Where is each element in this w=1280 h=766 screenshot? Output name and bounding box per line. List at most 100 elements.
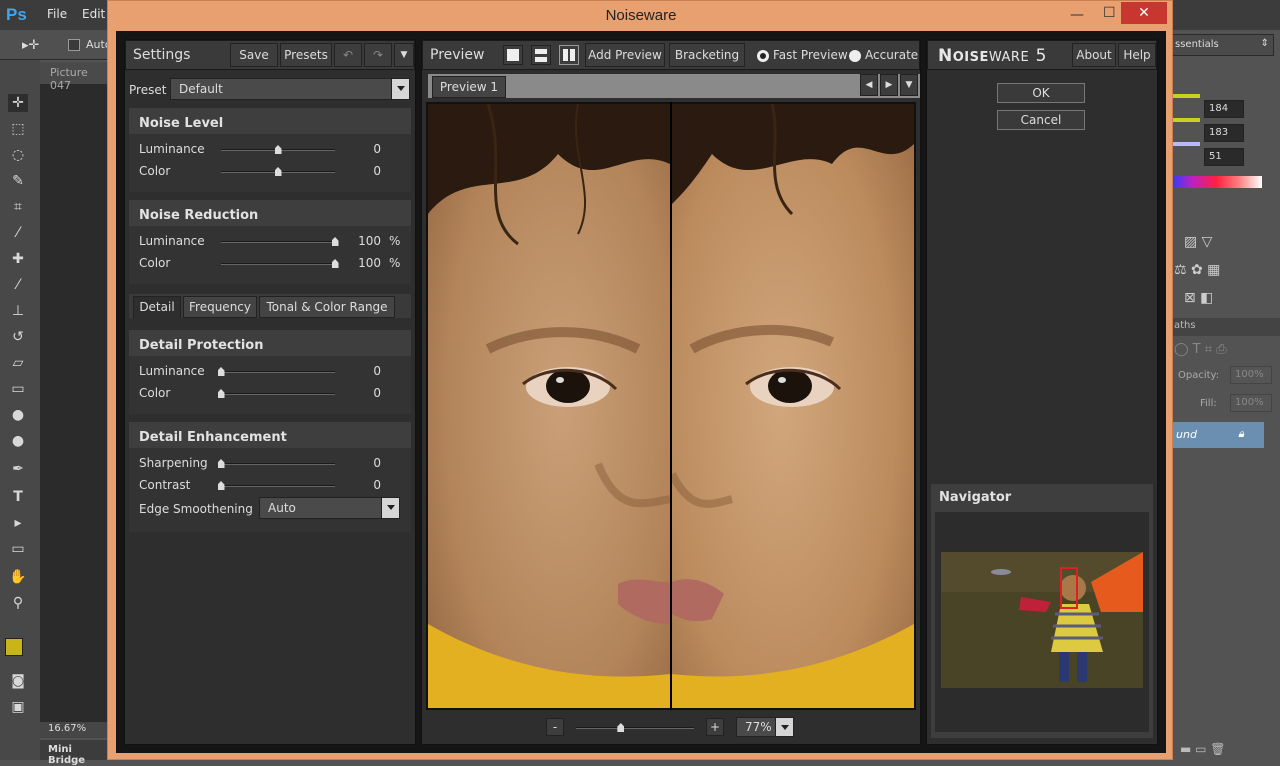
detail-protection-luminance-slider[interactable] (221, 371, 335, 373)
about-button[interactable]: About (1072, 43, 1116, 67)
preview-original-image[interactable] (428, 104, 670, 708)
contrast-thumb[interactable] (217, 481, 225, 490)
eraser-tool-icon[interactable]: ▱ (8, 354, 28, 372)
quick-mask-icon[interactable]: ◙ (8, 672, 28, 690)
preset-dropdown[interactable]: Default (170, 78, 410, 100)
noise-reduction-color-thumb[interactable] (331, 259, 339, 268)
workspace-select[interactable]: ssentials ⇕ (1170, 34, 1274, 56)
move-tool-icon[interactable]: ✛ (8, 94, 28, 112)
quick-select-tool-icon[interactable]: ✎ (8, 172, 28, 190)
blur-tool-icon[interactable]: ● (8, 406, 28, 424)
tab-tonal-color-range[interactable]: Tonal & Color Range (259, 296, 395, 318)
tab-frequency[interactable]: Frequency (183, 296, 257, 318)
color-value-3[interactable]: 51 (1204, 148, 1244, 166)
contrast-slider[interactable] (221, 485, 335, 487)
preview-1-tab[interactable]: Preview 1 (432, 76, 506, 98)
layer-filter-icons[interactable]: ◯ T ⌗ ⎙ (1174, 342, 1227, 357)
sharpening-thumb[interactable] (217, 459, 225, 468)
save-button[interactable]: Save (230, 43, 278, 67)
color-ramp[interactable] (1170, 176, 1262, 188)
shape-tool-icon[interactable]: ▭ (8, 540, 28, 558)
adjustment-icons-row3[interactable]: ⊠ ◧ (1184, 290, 1213, 306)
settings-menu-icon[interactable]: ▼ (394, 43, 414, 67)
type-tool-icon[interactable]: T (8, 488, 28, 506)
stamp-tool-icon[interactable]: ⊥ (8, 302, 28, 320)
help-button[interactable]: Help (1118, 43, 1156, 67)
presets-button[interactable]: Presets (280, 43, 332, 67)
fast-preview-radio[interactable] (757, 50, 769, 62)
zoom-tool-icon[interactable]: ⚲ (8, 594, 28, 612)
paths-tab[interactable]: aths (1170, 318, 1280, 336)
tab-detail[interactable]: Detail (133, 296, 181, 318)
opacity-field[interactable]: 100% (1230, 366, 1272, 384)
cancel-button[interactable]: Cancel (997, 110, 1085, 130)
preview-prev-icon[interactable]: ◀ (860, 74, 878, 96)
detail-protection-color-thumb[interactable] (217, 389, 225, 398)
navigator-thumbnail[interactable] (941, 552, 1143, 688)
preview-result-image[interactable] (672, 104, 914, 708)
zoom-in-button[interactable]: + (706, 718, 724, 736)
detail-protection-luminance-thumb[interactable] (217, 367, 225, 376)
preview-next-icon[interactable]: ▶ (880, 74, 898, 96)
ok-button[interactable]: OK (997, 83, 1085, 103)
screen-mode-icon[interactable]: ▣ (8, 698, 28, 716)
gradient-tool-icon[interactable]: ▭ (8, 380, 28, 398)
preview-tab-bar: Preview 1 ◀ ▶ ▼ (428, 74, 920, 98)
noise-reduction-color-slider[interactable] (221, 263, 335, 265)
adjustment-icons-row1[interactable]: ▨ ▽ (1184, 234, 1212, 250)
split-vertical-icon[interactable] (559, 45, 579, 65)
color-value-2[interactable]: 183 (1204, 124, 1244, 142)
chevron-down-icon (775, 718, 793, 736)
preview-menu-icon[interactable]: ▼ (900, 74, 918, 96)
noise-reduction-luminance-slider[interactable] (221, 241, 335, 243)
maximize-icon[interactable]: ☐ (1103, 5, 1116, 21)
preset-label: Preset (129, 83, 167, 97)
color-value-1[interactable]: 184 (1204, 100, 1244, 118)
split-horizontal-icon[interactable] (531, 45, 551, 65)
eyedropper-tool-icon[interactable]: ⁄ (8, 224, 28, 242)
undo-icon[interactable]: ↶ (334, 43, 362, 67)
menu-edit[interactable]: Edit (82, 7, 105, 21)
zoom-level-dropdown[interactable]: 77% (736, 717, 794, 737)
minimize-icon[interactable]: — (1070, 7, 1084, 23)
redo-icon[interactable]: ↷ (364, 43, 392, 67)
detail-protection-color-slider[interactable] (221, 393, 335, 395)
edge-smoothening-dropdown[interactable]: Auto (259, 497, 400, 519)
fill-field[interactable]: 100% (1230, 394, 1272, 412)
navigator-view[interactable] (935, 512, 1149, 732)
pen-tool-icon[interactable]: ✒ (8, 460, 28, 478)
adjustment-icons-row2[interactable]: ⚖ ✿ ▦ (1174, 262, 1220, 278)
menu-file[interactable]: File (47, 7, 67, 21)
mini-bridge-tab[interactable]: Mini Bridge (40, 740, 110, 766)
dodge-tool-icon[interactable]: ● (8, 432, 28, 450)
path-select-icon[interactable]: ▸ (8, 514, 28, 532)
noise-reduction-luminance-thumb[interactable] (331, 237, 339, 246)
preview-image-area[interactable] (426, 102, 916, 710)
sharpening-slider[interactable] (221, 463, 335, 465)
history-brush-icon[interactable]: ↺ (8, 328, 28, 346)
layer-row-background[interactable]: und 🔒︎ (1170, 422, 1264, 448)
single-view-icon[interactable] (503, 45, 523, 65)
noise-level-color-thumb[interactable] (274, 167, 282, 176)
add-preview-button[interactable]: Add Preview (585, 43, 665, 67)
detail-enhancement-section: Detail Enhancement Sharpening 0 Contrast… (129, 422, 411, 532)
close-icon[interactable]: ✕ (1121, 2, 1167, 24)
zoom-out-button[interactable]: - (546, 718, 564, 736)
crop-tool-icon[interactable]: ⌗ (8, 198, 28, 216)
bracketing-button[interactable]: Bracketing (669, 43, 745, 67)
accurate-radio[interactable] (849, 50, 861, 62)
zoom-slider[interactable] (576, 727, 694, 729)
lasso-tool-icon[interactable]: ◌ (8, 146, 28, 164)
preview-panel: Preview Add Preview Bracketing Fast Prev… (421, 39, 921, 745)
document-tab[interactable]: Picture 047 (40, 62, 110, 92)
move-tool-icon[interactable]: ▸✛ (22, 38, 39, 53)
auto-select-checkbox[interactable] (68, 39, 80, 51)
zoom-slider-thumb[interactable] (617, 723, 625, 732)
brush-tool-icon[interactable]: ⁄ (8, 276, 28, 294)
hand-tool-icon[interactable]: ✋ (8, 568, 28, 586)
layer-actions-icons[interactable]: ▬ ▭ 🗑︎ (1180, 742, 1226, 756)
foreground-color-swatch[interactable] (5, 638, 23, 656)
noise-level-luminance-thumb[interactable] (274, 145, 282, 154)
healing-tool-icon[interactable]: ✚ (8, 250, 28, 268)
marquee-tool-icon[interactable]: ⬚ (8, 120, 28, 138)
